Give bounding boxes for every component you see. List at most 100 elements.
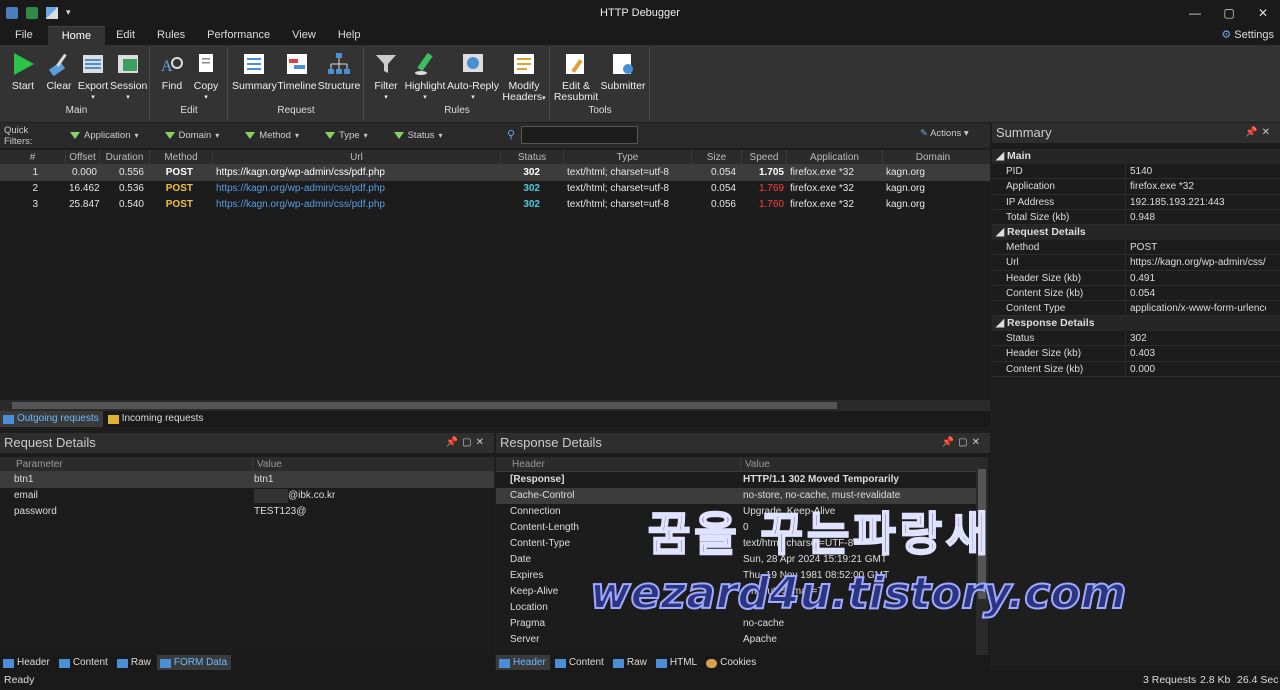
response-detail-tabs: Header Content Raw HTML Cookies (496, 655, 990, 671)
broom-icon (48, 53, 67, 77)
col-value[interactable]: Value (741, 457, 770, 471)
cell-duration: 0.556 (118, 167, 144, 178)
filter-method[interactable]: Method ▾ (245, 130, 299, 141)
submitter-button[interactable]: Submitter (599, 49, 647, 92)
filter-domain[interactable]: Domain ▾ (164, 130, 219, 141)
col-duration[interactable]: Duration (100, 150, 150, 164)
tab-response-cookies[interactable]: Cookies (703, 655, 760, 671)
col-header[interactable]: Header (496, 457, 741, 471)
clear-button[interactable]: Clear (42, 49, 76, 92)
col-method[interactable]: Method (150, 150, 213, 164)
filter-status[interactable]: Status ▾ (393, 130, 443, 141)
modify-headers-icon (514, 54, 534, 74)
restore-button[interactable]: ▢ (1212, 0, 1246, 26)
actions-button[interactable]: ✎ Actions ▾ (920, 128, 969, 139)
summary-key: Header Size (kb) (992, 346, 1126, 361)
summary-section-response[interactable]: ◢ Response Details (992, 316, 1280, 332)
find-button[interactable]: A Find (155, 49, 189, 92)
tab-request-header[interactable]: Header (0, 655, 54, 671)
list-item[interactable]: [Response] HTTP/1.1 302 Moved Temporarily (496, 472, 976, 488)
filter-type[interactable]: Type ▾ (324, 130, 368, 141)
summary-row: Content Size (kb) 0.000 (992, 361, 1280, 377)
incoming-icon (107, 414, 119, 424)
search-input[interactable] (521, 126, 638, 144)
list-item[interactable]: Server Apache (496, 632, 976, 648)
table-row[interactable]: 3 25.847 0.540 POST https://kagn.org/wp-… (0, 197, 990, 213)
summary-key: Content Size (kb) (992, 285, 1126, 300)
col-type[interactable]: Type (564, 150, 692, 164)
param-name: email (14, 490, 38, 501)
edit-resubmit-button[interactable]: Edit & Resubmit (553, 49, 599, 103)
grid-horizontal-scrollbar[interactable] (0, 400, 990, 411)
col-size[interactable]: Size (692, 150, 742, 164)
menu-rules[interactable]: Rules (146, 26, 196, 45)
structure-button[interactable]: Structure (317, 49, 361, 92)
col-url[interactable]: Url (213, 150, 501, 164)
cell-url[interactable]: https://kagn.org/wp-admin/css/pdf.php (213, 197, 501, 213)
cell-url[interactable]: https://kagn.org/wp-admin/css/pdf.php (213, 181, 501, 197)
find-icon: A (161, 57, 183, 75)
table-row[interactable]: 2 16.462 0.536 POST https://kagn.org/wp-… (0, 181, 990, 197)
menu-view[interactable]: View (281, 26, 327, 45)
settings-button[interactable]: ⚙ Settings (1221, 28, 1274, 41)
close-button[interactable]: ✕ (1246, 0, 1280, 26)
cell-status: 302 (523, 183, 540, 194)
menu-file[interactable]: File (0, 26, 48, 45)
menu-help[interactable]: Help (327, 26, 372, 45)
filter-method-label: Method (259, 130, 291, 141)
pin-float-close-icons[interactable]: 📌▢✕ (446, 433, 488, 453)
ribbon-group-main: Start Clear Export ▾ Session ▾ Main (4, 47, 150, 120)
tab-request-raw[interactable]: Raw (114, 655, 155, 671)
filter-application[interactable]: Application ▾ (70, 130, 139, 141)
menu-home[interactable]: Home (47, 26, 106, 45)
table-row[interactable]: 1 0.000 0.556 POST https://kagn.org/wp-a… (0, 165, 990, 181)
col-parameter[interactable]: Parameter (0, 457, 253, 471)
pin-close-icons[interactable]: 📌✕ (1245, 123, 1274, 143)
tab-outgoing-requests[interactable]: Outgoing requests (0, 411, 103, 427)
menu-performance[interactable]: Performance (196, 26, 281, 45)
tab-request-content[interactable]: Content (56, 655, 112, 671)
col-number[interactable]: # (0, 150, 66, 164)
menu-edit[interactable]: Edit (105, 26, 146, 45)
cell-domain: kagn.org (886, 167, 925, 178)
col-status[interactable]: Status (501, 150, 564, 164)
tab-request-form-data[interactable]: FORM Data (156, 655, 232, 671)
minimize-button[interactable]: — (1178, 0, 1212, 26)
group-label-edit: Edit (180, 105, 198, 116)
tab-response-raw[interactable]: Raw (610, 655, 651, 671)
summary-section-request[interactable]: ◢ Request Details (992, 224, 1280, 241)
cell-duration: 0.540 (118, 199, 144, 210)
start-button[interactable]: Start (6, 49, 40, 92)
cell-type: text/html; charset=utf-8 (567, 199, 669, 210)
copy-button[interactable]: Copy ▾ (189, 49, 223, 103)
export-button[interactable]: Export ▾ (76, 49, 110, 103)
summary-section-main[interactable]: ◢ Main (992, 149, 1280, 165)
summary-key: Status (992, 331, 1126, 346)
modify-headers-button[interactable]: Modify Headers▾ (501, 49, 547, 104)
session-button[interactable]: Session ▾ (110, 49, 147, 103)
summary-button[interactable]: Summary (232, 49, 277, 92)
timeline-button[interactable]: Timeline (277, 49, 317, 92)
col-value[interactable]: Value (253, 457, 282, 471)
edit-resubmit-icon (566, 54, 584, 74)
col-application[interactable]: Application (787, 150, 883, 164)
list-item[interactable]: btn1 btn1 (0, 472, 494, 488)
tab-incoming-requests[interactable]: Incoming requests (105, 411, 208, 427)
response-details-header: Response Details 📌▢✕ (496, 433, 990, 453)
col-domain[interactable]: Domain (883, 150, 983, 164)
list-item[interactable]: email @ibk.co.kr (0, 488, 494, 504)
summary-value: 0.948 (1130, 211, 1156, 223)
tab-response-html[interactable]: HTML (653, 655, 701, 671)
list-item[interactable]: password TEST123@ (0, 504, 494, 520)
tab-response-header[interactable]: Header (496, 655, 550, 671)
timeline-icon (287, 54, 307, 74)
scrollbar-thumb[interactable] (12, 402, 837, 409)
auto-reply-button[interactable]: Auto-Reply ▾ (447, 49, 499, 103)
col-offset[interactable]: Offset (66, 150, 100, 164)
summary-row: Total Size (kb) 0.948 (992, 209, 1280, 225)
highlight-button[interactable]: Highlight ▾ (403, 49, 447, 103)
col-speed[interactable]: Speed (742, 150, 787, 164)
tab-response-content[interactable]: Content (552, 655, 608, 671)
pin-float-close-icons[interactable]: 📌▢✕ (942, 433, 984, 453)
filter-button[interactable]: Filter ▾ (369, 49, 403, 103)
